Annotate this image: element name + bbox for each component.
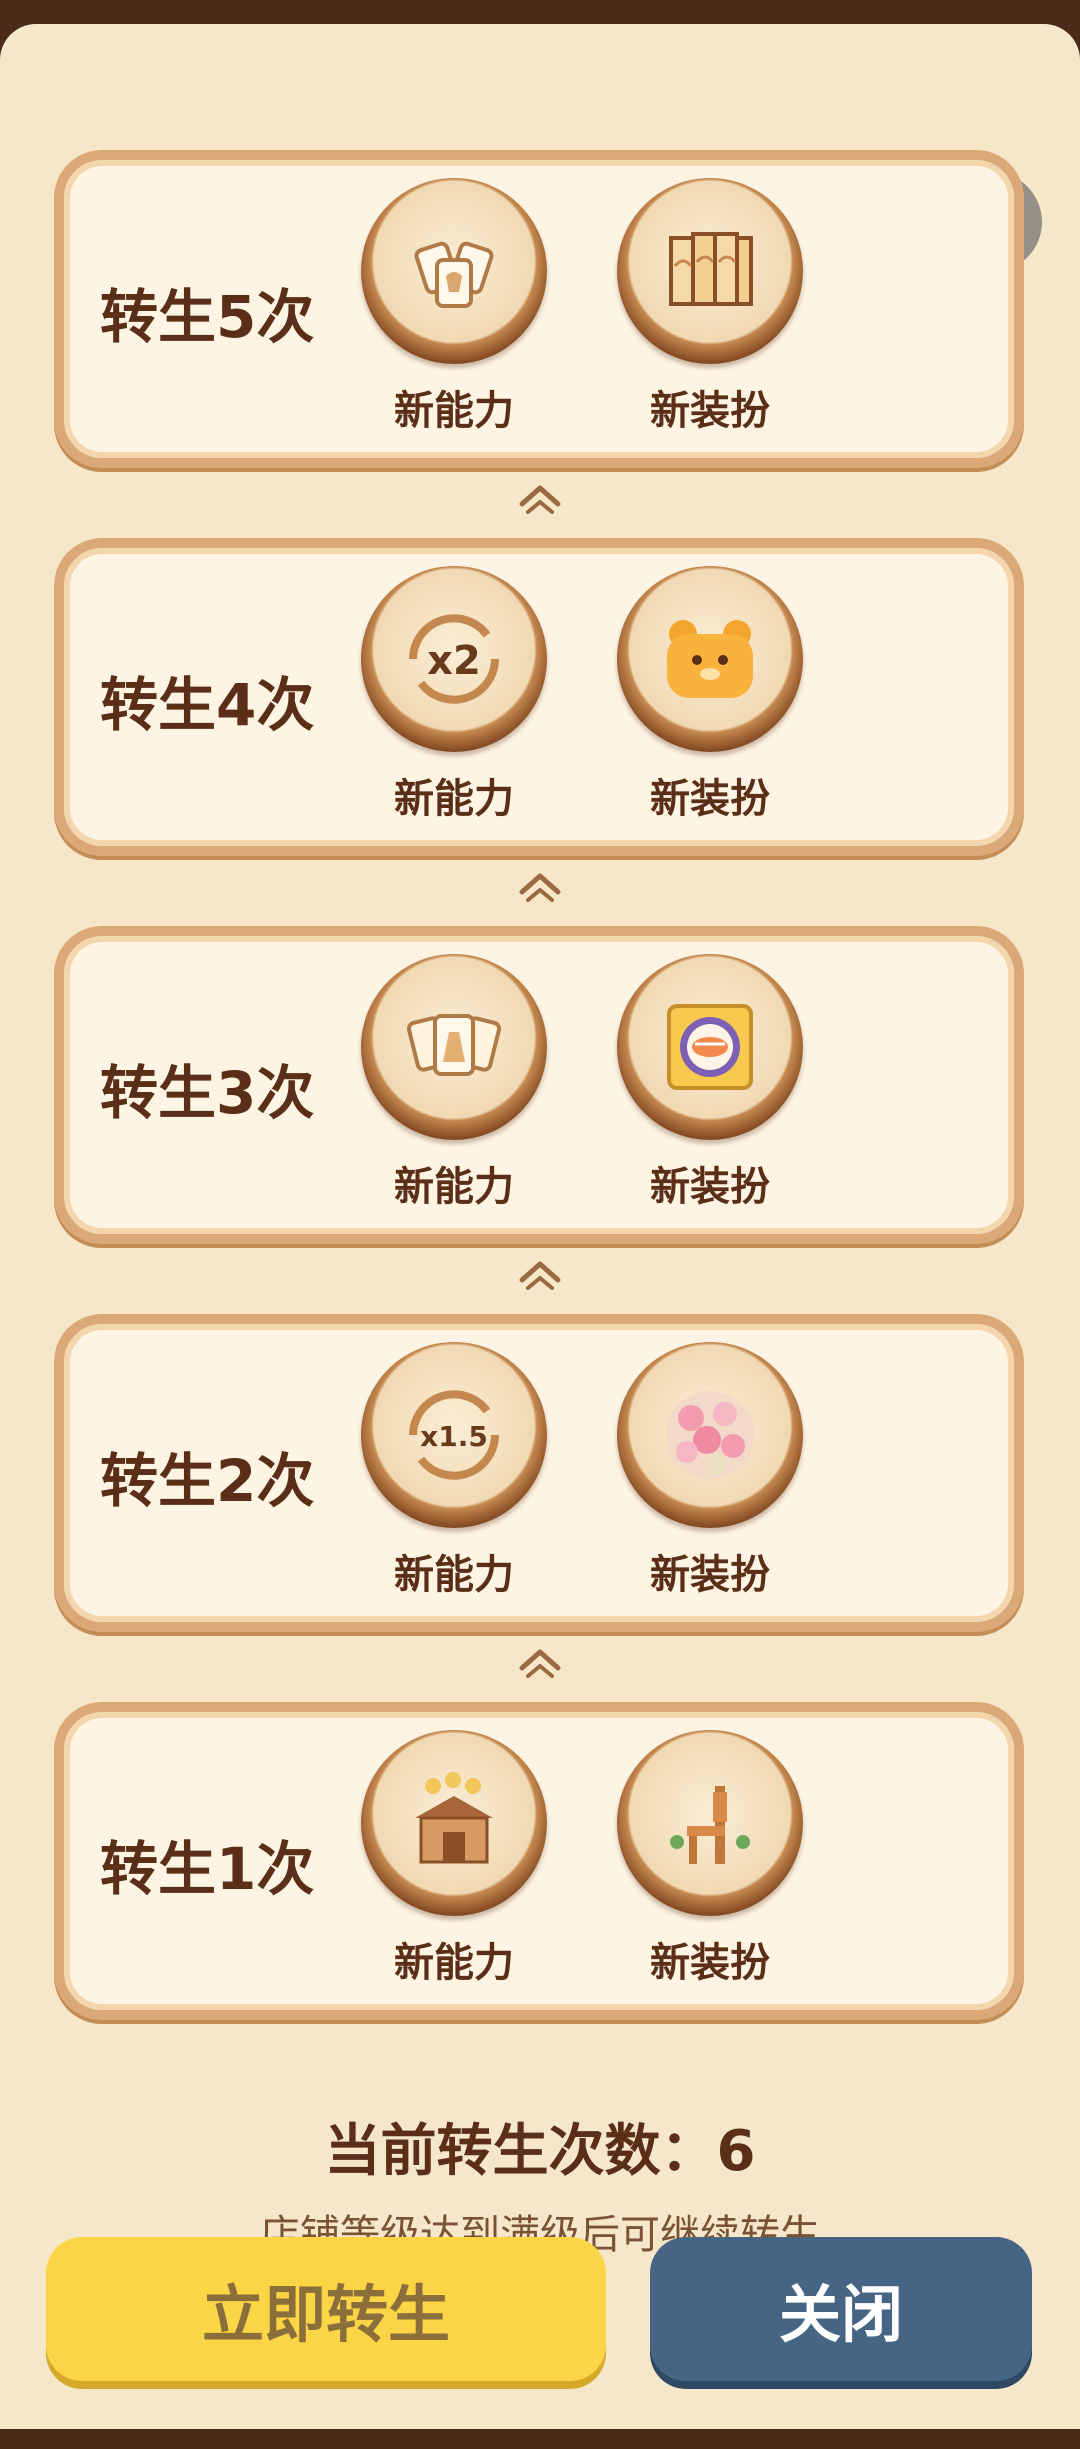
- outfit-slot[interactable]: 新装扮: [610, 1342, 810, 1600]
- outfit-label: 新装扮: [650, 1940, 770, 1986]
- ability-label: 新能力: [394, 388, 514, 434]
- current-rebirth-count: 当前转生次数：6: [324, 2119, 756, 2184]
- tier-title: 转生1次: [100, 1835, 315, 1903]
- chevron-up-icon: [519, 1649, 561, 1678]
- tier-card-1: 转生1次 新能力 新装扮: [54, 1702, 1024, 2020]
- outfit-slot[interactable]: 新装扮: [610, 178, 810, 436]
- outfit-slot[interactable]: 新装扮: [610, 954, 810, 1212]
- chevron-up-icon: [519, 485, 561, 514]
- bear-cushion-icon: [617, 566, 803, 752]
- x1.5-multiplier-icon: x1.5: [361, 1342, 547, 1528]
- tier-card-5: 转生5次 新能力 新装扮: [54, 150, 1024, 468]
- ability-slot[interactable]: 新能力: [354, 1730, 554, 1988]
- wooden-chair-icon: [617, 1730, 803, 1916]
- multiplier-text: x1.5: [420, 1420, 488, 1453]
- tier-card-3: 转生3次 新能力 新装扮: [54, 926, 1024, 1244]
- ability-label: 新能力: [394, 1940, 514, 1986]
- tier-title: 转生3次: [100, 1059, 315, 1127]
- ability-label: 新能力: [394, 1164, 514, 1210]
- ability-label: 新能力: [394, 1552, 514, 1598]
- ability-slot[interactable]: 新能力: [354, 954, 554, 1212]
- shop-coins-icon: [361, 1730, 547, 1916]
- outfit-label: 新装扮: [650, 776, 770, 822]
- outfit-slot[interactable]: 新装扮: [610, 1730, 810, 1988]
- cherry-blossom-icon: [617, 1342, 803, 1528]
- tier-card-2: 转生2次 x1.5 新能力 新装扮: [54, 1314, 1024, 1632]
- rebirth-panel: ••• 转生5次 新能力: [0, 24, 1080, 2429]
- outfit-slot[interactable]: 新装扮: [610, 566, 810, 824]
- tier-title: 转生5次: [100, 283, 315, 351]
- folding-screen-icon: [617, 178, 803, 364]
- tier-card-4: 转生4次 x2 新能力 新装扮: [54, 538, 1024, 856]
- sushi-plate-icon: [617, 954, 803, 1140]
- x2-multiplier-icon: x2: [361, 566, 547, 752]
- tier-title: 转生2次: [100, 1447, 315, 1515]
- tier-title: 转生4次: [100, 671, 315, 739]
- multiplier-text: x2: [427, 638, 481, 684]
- outfit-label: 新装扮: [650, 388, 770, 434]
- clothing-cards-icon: [361, 178, 547, 364]
- chevron-up-icon: [519, 1261, 561, 1290]
- ability-label: 新能力: [394, 776, 514, 822]
- ability-slot[interactable]: x2 新能力: [354, 566, 554, 824]
- ability-slot[interactable]: 新能力: [354, 178, 554, 436]
- rebirth-now-button[interactable]: 立即转生: [46, 2237, 606, 2381]
- outfit-label: 新装扮: [650, 1552, 770, 1598]
- chevron-up-icon: [519, 873, 561, 902]
- dress-cards-icon: [361, 954, 547, 1140]
- ability-slot[interactable]: x1.5 新能力: [354, 1342, 554, 1600]
- close-button[interactable]: 关闭: [650, 2237, 1032, 2381]
- outfit-label: 新装扮: [650, 1164, 770, 1210]
